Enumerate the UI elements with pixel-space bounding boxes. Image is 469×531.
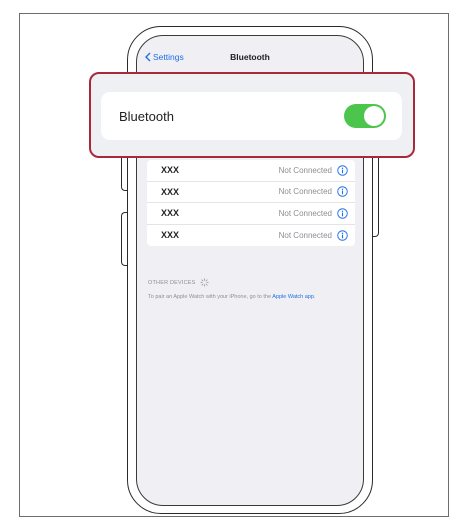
device-status: Not Connected [278, 230, 332, 240]
note-text: To pair an Apple Watch with your iPhone,… [148, 294, 273, 300]
bluetooth-setting-row: Bluetooth [101, 92, 402, 140]
device-row[interactable]: XXX Not Connected [147, 203, 355, 225]
apple-watch-app-link[interactable]: Apple Watch app [272, 294, 314, 300]
other-devices-label: OTHER DEVICES [148, 279, 196, 286]
info-icon[interactable] [337, 208, 348, 219]
other-devices-header: OTHER DEVICES [148, 278, 209, 287]
device-row[interactable]: XXX Not Connected [147, 160, 355, 182]
pairing-note: To pair an Apple Watch with your iPhone,… [148, 294, 354, 302]
device-name: XXX [161, 230, 180, 241]
note-suffix: . [313, 294, 316, 300]
info-icon[interactable] [337, 165, 348, 176]
spinner-icon [199, 278, 209, 287]
device-row[interactable]: XXX Not Connected [147, 182, 355, 203]
my-devices-list: XXX Not Connected XXX Not Connected XXX … [147, 160, 355, 246]
device-name: XXX [161, 208, 180, 219]
device-status: Not Connected [278, 165, 332, 175]
navigation-bar: Settings Bluetooth [137, 44, 363, 70]
toggle-knob [364, 106, 384, 126]
device-name: XXX [161, 186, 180, 197]
info-icon[interactable] [337, 230, 348, 241]
bluetooth-label: Bluetooth [119, 108, 174, 124]
page-title: Bluetooth [230, 52, 270, 62]
info-icon[interactable] [337, 186, 348, 197]
device-status: Not Connected [278, 187, 332, 197]
device-status: Not Connected [278, 208, 332, 218]
bluetooth-toggle[interactable] [344, 104, 386, 128]
device-name: XXX [161, 165, 180, 176]
device-row[interactable]: XXX Not Connected [147, 225, 355, 247]
